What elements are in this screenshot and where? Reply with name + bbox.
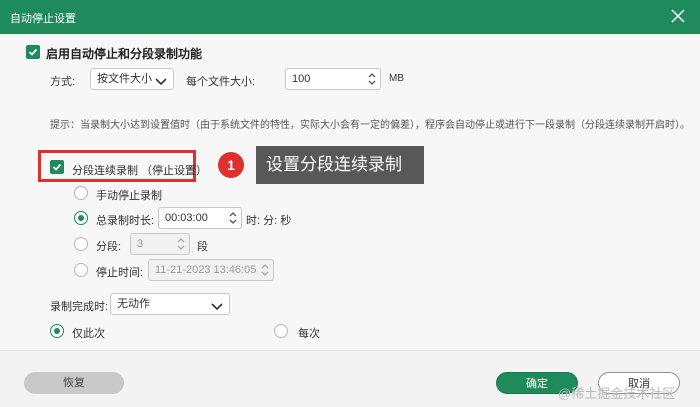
size-value: 100: [292, 73, 311, 85]
method-value: 按文件大小: [97, 73, 152, 85]
total-duration-radio[interactable]: [74, 211, 88, 225]
stepper-arrows-icon[interactable]: [260, 262, 270, 278]
stepper-arrows-icon[interactable]: [228, 210, 238, 226]
title-bar: 自动停止设置: [0, 0, 700, 34]
method-select[interactable]: 按文件大小: [90, 68, 174, 90]
hint-text: 提示：当录制大小达到设置值时（由于系统文件的特性，实际大小会有一定的偏差），程序…: [50, 120, 690, 131]
total-duration-label: 总录制时长:: [96, 215, 155, 227]
close-icon[interactable]: [670, 8, 686, 24]
method-label: 方式:: [50, 76, 76, 88]
restore-button[interactable]: 恢复: [24, 372, 124, 394]
stop-time-radio[interactable]: [74, 263, 88, 277]
only-once-label: 仅此次: [72, 328, 105, 340]
step-badge: 1: [218, 152, 244, 178]
total-duration-stepper[interactable]: 00:03:00: [158, 207, 242, 229]
stop-time-value: 11-21-2023 13:46:05: [155, 264, 257, 276]
after-label: 录制完成时:: [50, 301, 109, 313]
segments-stepper[interactable]: 3: [130, 233, 190, 255]
stop-time-label: 停止时间:: [96, 267, 144, 279]
size-label: 每个文件大小:: [186, 76, 256, 88]
stop-time-stepper[interactable]: 11-21-2023 13:46:05: [148, 259, 274, 281]
duration-unit: 时: 分: 秒: [246, 215, 292, 227]
segments-radio[interactable]: [74, 237, 88, 251]
segments-unit: 段: [197, 241, 208, 253]
segments-value: 3: [137, 238, 144, 250]
chevron-down-icon: [211, 299, 223, 319]
after-value: 无动作: [117, 298, 150, 310]
window-title: 自动停止设置: [10, 13, 76, 25]
manual-stop-label: 手动停止录制: [96, 190, 162, 202]
every-time-label: 每次: [298, 328, 320, 340]
segment-label: 分段连续录制 （停止设置）: [72, 165, 208, 177]
total-duration-value: 00:03:00: [165, 212, 208, 224]
watermark: @稀土掘金技术社区: [558, 386, 676, 401]
stepper-arrows-icon[interactable]: [367, 71, 377, 87]
only-once-radio[interactable]: [50, 324, 64, 338]
segments-label: 分段:: [96, 241, 122, 253]
segment-checkbox[interactable]: [50, 160, 64, 174]
every-time-radio[interactable]: [274, 324, 288, 338]
chevron-down-icon: [155, 74, 167, 94]
enable-checkbox[interactable]: [26, 45, 40, 59]
size-stepper[interactable]: 100: [285, 68, 381, 90]
stepper-arrows-icon[interactable]: [176, 236, 186, 252]
enable-label: 启用自动停止和分段录制功能: [46, 47, 203, 61]
after-select[interactable]: 无动作: [110, 293, 230, 315]
size-unit: MB: [389, 73, 404, 84]
manual-stop-radio[interactable]: [74, 186, 88, 200]
callout-label: 设置分段连续录制: [256, 146, 424, 184]
